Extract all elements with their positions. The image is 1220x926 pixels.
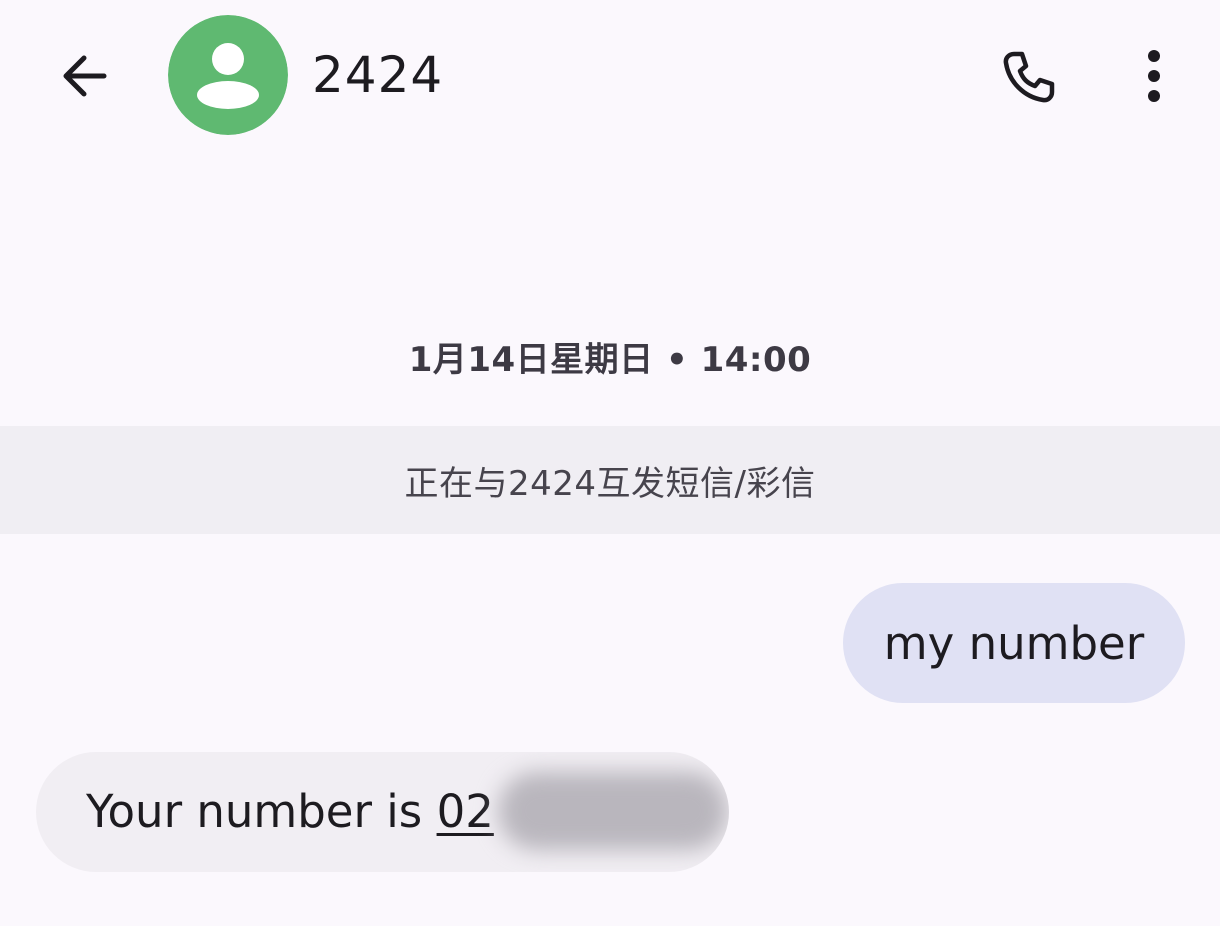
info-banner: 正在与2424互发短信/彩信 xyxy=(0,426,1220,534)
redaction-blur xyxy=(498,772,728,850)
phone-icon xyxy=(1003,51,1055,103)
call-button[interactable] xyxy=(988,38,1068,118)
more-vert-icon xyxy=(1148,50,1160,102)
person-icon xyxy=(168,15,288,135)
arrow-back-icon xyxy=(63,55,107,97)
incoming-message-bubble[interactable]: Your number is 02 xyxy=(36,752,729,872)
app-bar: 2424 xyxy=(0,0,1220,150)
more-options-button[interactable] xyxy=(1116,36,1192,116)
message-timestamp: 1月14日星期日 • 14:00 xyxy=(408,340,812,380)
info-banner-text: 正在与2424互发短信/彩信 xyxy=(404,463,816,504)
contact-avatar[interactable] xyxy=(168,15,288,135)
phone-number-link[interactable]: 02 xyxy=(437,785,494,838)
contact-name[interactable]: 2424 xyxy=(312,44,443,106)
incoming-message-prefix: Your number is xyxy=(86,785,437,838)
outgoing-message-text: my number xyxy=(883,616,1145,670)
incoming-message-text: Your number is 02 xyxy=(86,784,494,840)
outgoing-message-bubble[interactable]: my number xyxy=(843,583,1185,703)
back-button[interactable] xyxy=(44,36,124,116)
